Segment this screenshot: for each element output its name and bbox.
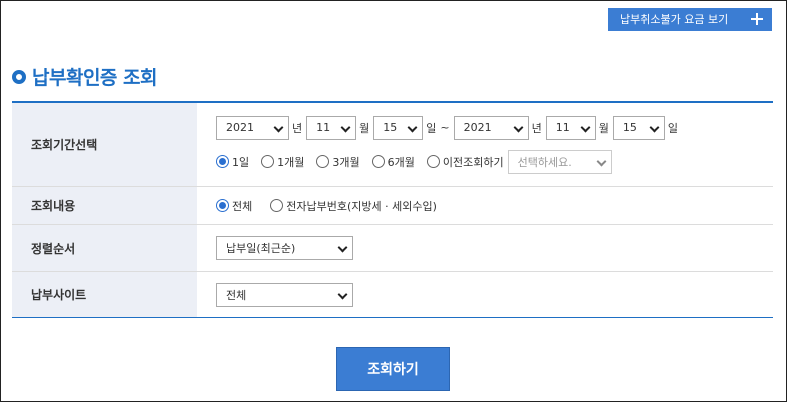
site-cell: 전체: [197, 272, 773, 317]
from-month-select[interactable]: 11: [306, 115, 357, 140]
payment-site-value: 전체: [226, 288, 247, 302]
payment-site-select[interactable]: 전체: [216, 282, 353, 307]
date-range-line: 2021 년 11 월 15 일 ~ 2021 년 11 월 15 일: [216, 115, 773, 141]
from-day-unit: 일: [426, 121, 437, 135]
radio-button[interactable]: [371, 155, 385, 168]
radio-6-months-label: 6개월: [387, 155, 415, 169]
circle-bullet-icon: [12, 69, 26, 84]
site-label: 납부사이트: [12, 272, 197, 317]
to-day-unit: 일: [667, 121, 678, 135]
radio-all[interactable]: 전체: [216, 198, 252, 214]
from-day-value: 15: [383, 121, 398, 134]
chevron-down-icon: [649, 122, 660, 132]
sort-row: 정렬순서 납부일(최근순): [12, 225, 773, 272]
page-header: 납부확인증 조회: [12, 63, 157, 90]
from-year-value: 2021: [226, 121, 254, 134]
from-year-select[interactable]: 2021: [216, 115, 289, 140]
quick-period-line: 1일 1개월 3개월 6개월 이전조회하기 선택하세요.: [216, 149, 773, 175]
view-non-cancelable-fees-label: 납부취소불가 요금 보기: [620, 13, 729, 26]
period-label: 조회기간선택: [12, 103, 197, 186]
radio-button[interactable]: [426, 155, 440, 168]
view-non-cancelable-fees-button[interactable]: 납부취소불가 요금 보기: [608, 8, 772, 31]
radio-3-months[interactable]: 3개월: [316, 154, 360, 170]
chevron-down-icon: [273, 122, 284, 132]
sort-label: 정렬순서: [12, 225, 197, 271]
search-button[interactable]: 조회하기: [336, 347, 450, 391]
radio-previous-search[interactable]: 이전조회하기: [426, 154, 504, 170]
chevron-down-icon: [337, 242, 348, 253]
radio-button[interactable]: [316, 155, 330, 168]
radio-all-label: 전체: [232, 199, 253, 213]
from-month-unit: 월: [359, 121, 370, 135]
to-month-select[interactable]: 11: [545, 115, 596, 140]
to-month-unit: 월: [598, 121, 609, 135]
radio-button[interactable]: [270, 199, 284, 212]
search-form-table: 조회기간선택 2021 년 11 월 15 일 ~ 2021 년 11 월 15…: [12, 101, 773, 318]
to-year-unit: 년: [531, 121, 542, 135]
chevron-down-icon: [340, 122, 351, 132]
period-cell: 2021 년 11 월 15 일 ~ 2021 년 11 월 15 일 1일 1…: [197, 103, 773, 186]
from-month-value: 11: [316, 121, 331, 134]
chevron-down-icon: [596, 156, 607, 166]
chevron-down-icon: [337, 289, 348, 299]
radio-button[interactable]: [261, 155, 275, 168]
page-frame: 납부취소불가 요금 보기 납부확인증 조회 조회기간선택 2021 년 11 월…: [0, 0, 787, 402]
sort-order-select[interactable]: 납부일(최근순): [216, 236, 353, 260]
from-day-select[interactable]: 15: [373, 115, 424, 140]
range-tilde: ~: [440, 121, 450, 134]
content-row: 조회내용 전체 전자납부번호(지방세 · 세외수입): [12, 187, 773, 225]
to-year-value: 2021: [463, 121, 492, 134]
period-row: 조회기간선택 2021 년 11 월 15 일 ~ 2021 년 11 월 15…: [12, 103, 773, 187]
radio-1-day[interactable]: 1일: [216, 154, 249, 170]
radio-6-months[interactable]: 6개월: [371, 154, 415, 170]
radio-3-months-label: 3개월: [332, 155, 360, 169]
radio-button[interactable]: [216, 199, 229, 212]
previous-search-placeholder: 선택하세요.: [517, 155, 572, 169]
to-day-select[interactable]: 15: [612, 115, 665, 140]
chevron-down-icon: [407, 122, 418, 132]
to-year-select[interactable]: 2021: [453, 115, 529, 140]
content-cell: 전체 전자납부번호(지방세 · 세외수입): [197, 187, 773, 224]
to-month-value: 11: [555, 121, 570, 134]
page-title: 납부확인증 조회: [32, 67, 157, 89]
chevron-down-icon: [580, 122, 591, 132]
previous-search-select[interactable]: 선택하세요.: [507, 149, 612, 174]
content-options: 전체 전자납부번호(지방세 · 세외수입): [216, 193, 773, 219]
radio-1-month[interactable]: 1개월: [261, 154, 304, 170]
radio-electronic-payment-number-label: 전자납부번호(지방세 · 세외수입): [286, 199, 437, 213]
sort-cell: 납부일(최근순): [197, 225, 773, 271]
to-day-value: 15: [622, 121, 637, 134]
radio-1-day-label: 1일: [232, 155, 250, 169]
radio-electronic-payment-number[interactable]: 전자납부번호(지방세 · 세외수입): [270, 198, 437, 214]
sort-order-value: 납부일(최근순): [226, 242, 296, 255]
from-year-unit: 년: [292, 121, 303, 135]
radio-1-month-label: 1개월: [277, 155, 305, 169]
radio-button[interactable]: [216, 155, 229, 168]
radio-previous-search-label: 이전조회하기: [442, 155, 504, 169]
chevron-down-icon: [513, 122, 524, 132]
content-label: 조회내용: [12, 187, 197, 224]
site-row: 납부사이트 전체: [12, 272, 773, 317]
plus-icon: [751, 13, 763, 25]
